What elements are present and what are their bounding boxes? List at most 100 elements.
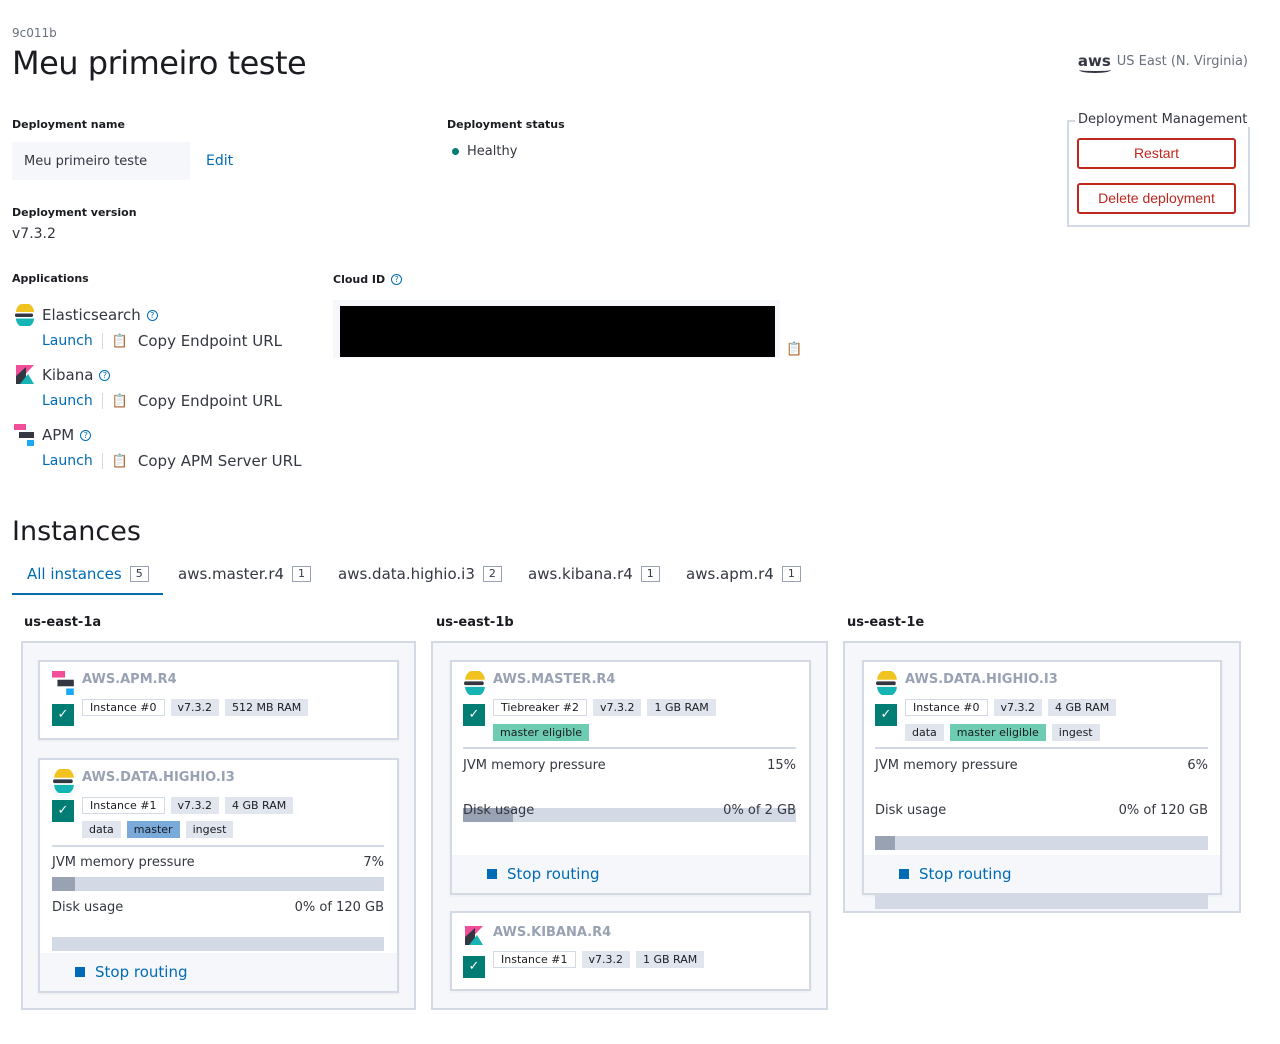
instance-badge: Tiebreaker #2 [493, 699, 587, 716]
disk-bar [875, 895, 1208, 909]
clipboard-icon[interactable]: 📋 [786, 342, 802, 357]
launch-link[interactable]: Launch [42, 393, 93, 409]
version-badge: v7.3.2 [592, 699, 642, 716]
elasticsearch-icon [464, 671, 485, 695]
instance-title: AWS.APM.R4 [82, 672, 177, 687]
ram-badge: 1 GB RAM [636, 951, 705, 968]
region-indicator: aws US East (N. Virginia) [1078, 54, 1248, 73]
checkmark-icon: ✓ [875, 704, 897, 726]
ram-badge: 4 GB RAM [1048, 699, 1117, 716]
launch-link[interactable]: Launch [42, 333, 93, 349]
copy-endpoint-button[interactable]: Copy Endpoint URL [138, 392, 282, 410]
app-name: APM [42, 426, 75, 444]
deployment-version-value: v7.3.2 [12, 226, 56, 242]
app-actions-kibana: Launch 📋 Copy Endpoint URL [42, 392, 282, 410]
disk-label: Disk usage [463, 803, 535, 818]
clipboard-icon[interactable]: 📋 [112, 454, 128, 469]
app-kibana: Kibana ? [14, 364, 111, 386]
help-icon[interactable]: ? [99, 369, 111, 381]
stop-routing-button[interactable]: Stop routing [487, 865, 599, 883]
disk-label: Disk usage [52, 900, 124, 915]
tab-label: aws.data.highio.i3 [338, 565, 475, 583]
version-badge: v7.3.2 [170, 797, 219, 814]
status-indicator: Healthy [452, 144, 517, 159]
zone-label: us-east-1a [24, 615, 102, 630]
role-badges: master eligible [493, 724, 590, 741]
app-apm: APM ? [14, 424, 92, 446]
help-icon[interactable]: ? [80, 429, 92, 441]
stop-routing-button[interactable]: Stop routing [75, 963, 187, 981]
jvm-label: JVM memory pressure [875, 758, 1018, 773]
divider [101, 453, 103, 469]
instance-title: AWS.DATA.HIGHIO.I3 [905, 672, 1058, 687]
instance-badges: Instance #1 v7.3.2 4 GB RAM [82, 797, 382, 814]
divider [875, 747, 1208, 749]
status-text: Healthy [467, 144, 518, 159]
role-badge: data [82, 821, 121, 838]
app-actions-apm: Launch 📋 Copy APM Server URL [42, 452, 301, 470]
jvm-value: 6% [1187, 758, 1208, 773]
elasticsearch-icon [53, 769, 74, 793]
tab-label: All instances [27, 565, 122, 583]
ram-badge: 512 MB RAM [225, 699, 309, 716]
launch-link[interactable]: Launch [42, 453, 93, 469]
clipboard-icon[interactable]: 📋 [112, 334, 128, 349]
deployment-status-label: Deployment status [447, 118, 565, 131]
kibana-icon [16, 365, 34, 384]
status-dot-icon [452, 148, 459, 155]
tab-all-instances[interactable]: All instances 5 [27, 565, 149, 583]
jvm-bar-fill [875, 836, 895, 850]
role-badges: data master eligible ingest [905, 724, 1100, 741]
cloud-id-redacted [340, 306, 775, 357]
version-badge: v7.3.2 [993, 699, 1042, 716]
jvm-value: 7% [363, 855, 384, 870]
delete-deployment-button[interactable]: Delete deployment [1077, 183, 1236, 214]
help-icon[interactable]: ? [391, 274, 403, 285]
jvm-label: JVM memory pressure [463, 758, 606, 773]
instance-badge: Instance #0 [82, 699, 165, 716]
restart-button[interactable]: Restart [1077, 138, 1236, 169]
elasticsearch-icon [15, 304, 34, 326]
instance-badges: Tiebreaker #2 v7.3.2 1 GB RAM [493, 699, 716, 716]
copy-endpoint-button[interactable]: Copy Endpoint URL [138, 332, 282, 350]
tab-count: 1 [292, 566, 312, 582]
apm-icon [52, 671, 74, 695]
app-name: Kibana [42, 366, 94, 384]
copy-apm-url-button[interactable]: Copy APM Server URL [138, 452, 302, 470]
stop-routing-button[interactable]: Stop routing [899, 865, 1011, 883]
jvm-bar [52, 877, 384, 891]
tab-data-highio-i3[interactable]: aws.data.highio.i3 2 [338, 565, 502, 583]
active-tab-indicator [12, 593, 163, 595]
instance-badge: Instance #0 [905, 699, 988, 716]
stop-icon [75, 967, 85, 977]
role-badge: master [126, 821, 180, 838]
deployment-name-label: Deployment name [12, 118, 125, 131]
tab-count: 1 [781, 566, 801, 582]
divider [463, 747, 796, 749]
edit-name-link[interactable]: Edit [206, 153, 233, 169]
tab-label: aws.master.r4 [178, 565, 285, 583]
disk-label: Disk usage [875, 803, 947, 818]
deployment-version-label: Deployment version [12, 206, 137, 219]
instance-title: AWS.DATA.HIGHIO.I3 [82, 770, 235, 785]
deployment-id: 9c011b [12, 26, 57, 40]
instance-badges: Instance #1 v7.3.2 1 GB RAM [493, 951, 705, 968]
region-label: US East (N. Virginia) [1116, 54, 1248, 69]
checkmark-icon: ✓ [463, 956, 485, 978]
ram-badge: 1 GB RAM [647, 699, 716, 716]
ram-badge: 4 GB RAM [225, 797, 294, 814]
disk-bar [52, 937, 384, 951]
instance-badge: Instance #1 [82, 797, 165, 814]
instance-badges: Instance #0 v7.3.2 512 MB RAM [82, 699, 309, 716]
role-badge: master eligible [949, 724, 1046, 741]
deployment-management-legend: Deployment Management [1075, 112, 1251, 127]
clipboard-icon[interactable]: 📋 [112, 394, 128, 409]
help-icon[interactable]: ? [146, 309, 158, 321]
tab-kibana-r4[interactable]: aws.kibana.r4 1 [528, 565, 660, 583]
tab-master-r4[interactable]: aws.master.r4 1 [178, 565, 312, 583]
tab-apm-r4[interactable]: aws.apm.r4 1 [686, 565, 801, 583]
disk-value: 0% of 2 GB [723, 803, 796, 818]
cloud-id-header: Cloud ID ? [333, 273, 403, 286]
instances-title: Instances [12, 516, 141, 547]
tab-label: aws.kibana.r4 [528, 565, 633, 583]
